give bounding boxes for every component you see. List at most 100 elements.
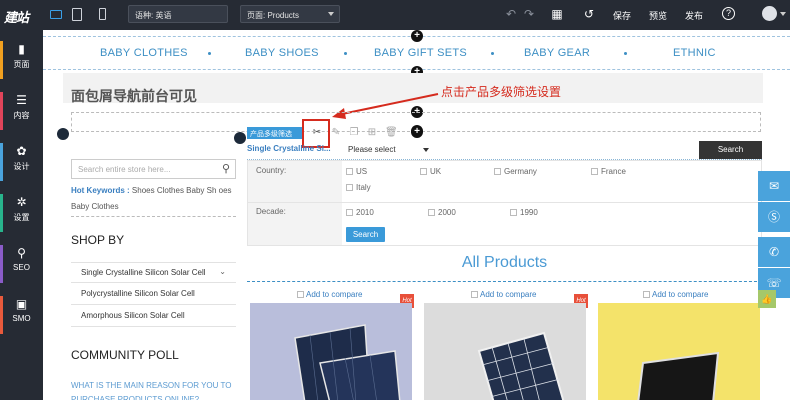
country-option[interactable]: France	[591, 167, 626, 176]
language-select[interactable]: 语种: 英语	[128, 5, 228, 23]
sidebar-item-label: SMO	[12, 314, 31, 323]
thumbs-up-icon[interactable]: 👍	[758, 290, 776, 308]
product-image[interactable]	[250, 303, 412, 400]
checkbox[interactable]	[471, 291, 478, 298]
preview-button[interactable]: 预览	[649, 9, 667, 22]
store-search-input[interactable]: Search entire store here... ⚲	[71, 159, 236, 179]
checkbox[interactable]	[591, 168, 598, 175]
search-icon: ⚲	[17, 246, 26, 260]
sidebar-accent	[0, 92, 3, 130]
checkbox[interactable]	[420, 168, 427, 175]
checkbox[interactable]	[494, 168, 501, 175]
poll-heading: COMMUNITY POLL	[71, 348, 179, 362]
nav-separator	[208, 52, 211, 55]
apply-filter-button[interactable]: Search	[346, 227, 385, 242]
category-item[interactable]: Amorphous Silicon Solar Cell	[71, 306, 236, 327]
edit-icon[interactable]: ✎	[330, 127, 342, 139]
sidebar-item-settings[interactable]: ✲ 设置	[0, 188, 43, 238]
category-item[interactable]: Single Crystalline Silicon Solar Cell ⌄	[71, 262, 236, 283]
sidebar-item-label: 设置	[13, 213, 30, 222]
checkbox[interactable]	[510, 209, 517, 216]
nav-item[interactable]: BABY GEAR	[524, 47, 590, 59]
help-icon[interactable]: ?	[722, 7, 735, 20]
nav-item[interactable]: BABY GIFT SETS	[374, 47, 467, 59]
divider	[71, 216, 236, 217]
app-logo: 建站	[4, 10, 29, 25]
sidebar-item-seo[interactable]: ⚲ SEO	[0, 239, 43, 289]
module-tag[interactable]: 产品多级筛选	[247, 127, 302, 139]
product-image[interactable]	[424, 303, 586, 400]
add-section-icon[interactable]: +	[411, 126, 423, 138]
sidebar-item-label: 设计	[13, 162, 30, 171]
drag-handle-icon[interactable]	[234, 132, 246, 144]
decade-option[interactable]: 2010	[346, 208, 374, 217]
country-label: Country:	[256, 166, 287, 175]
sidebar-accent	[0, 41, 3, 79]
filter-header: Single Crystalline Si... Please select S…	[247, 141, 762, 160]
skype-icon[interactable]: Ⓢ	[758, 202, 790, 232]
desktop-icon[interactable]	[49, 7, 63, 21]
hot-keywords: Hot Keywords : Shoes Clothes Baby Sh oes…	[71, 186, 232, 211]
sidebar-accent	[0, 245, 3, 283]
tablet-icon[interactable]	[70, 7, 84, 21]
shop-by-heading: SHOP BY	[71, 233, 125, 247]
mail-icon[interactable]: ✉	[758, 171, 790, 201]
checkbox[interactable]	[428, 209, 435, 216]
annotation-text: 点击产品多级筛选设置	[441, 85, 562, 99]
sidebar-item-pages[interactable]: ▮ 页面	[0, 35, 43, 85]
top-toolbar: 建站 语种: 英语 页面: Products ↶ ↷ ▦ ↺ 保存 预览 发布 …	[0, 0, 790, 30]
product-image[interactable]	[598, 303, 760, 400]
checkbox[interactable]	[346, 168, 353, 175]
chevron-down-icon: ⌄	[219, 267, 226, 276]
decade-option[interactable]: 2000	[428, 208, 456, 217]
page-icon: ▮	[18, 42, 25, 56]
sidebar-item-label: 内容	[13, 111, 30, 120]
checkbox[interactable]	[346, 209, 353, 216]
add-to-compare[interactable]: Add to compare	[297, 290, 362, 299]
country-option[interactable]: US	[346, 167, 367, 176]
left-sidebar: ▮ 页面 ☰ 内容 ✿ 设计 ✲ 设置 ⚲ SEO ▣ SMO	[0, 30, 43, 400]
filter-dropdown[interactable]: Please select	[345, 143, 429, 157]
search-icon[interactable]: ⚲	[222, 162, 230, 175]
copy-icon[interactable]: ❐	[348, 127, 360, 139]
save-button[interactable]: 保存	[613, 9, 631, 22]
page-select[interactable]: 页面: Products	[240, 5, 340, 23]
checkbox[interactable]	[643, 291, 650, 298]
search-button[interactable]: Search	[699, 141, 762, 159]
country-option[interactable]: UK	[420, 167, 441, 176]
phone-icon[interactable]: ✆	[758, 237, 790, 267]
add-to-compare[interactable]: Add to compare	[643, 290, 708, 299]
grid-icon[interactable]: ▦	[549, 6, 565, 22]
products-header: All Products	[247, 250, 762, 282]
chevron-down-icon[interactable]	[780, 12, 786, 16]
nav-separator	[491, 52, 494, 55]
sidebar-item-smo[interactable]: ▣ SMO	[0, 290, 43, 340]
chevron-down-icon	[423, 148, 429, 152]
country-option[interactable]: Italy	[346, 183, 371, 192]
nav-item[interactable]: BABY CLOTHES	[100, 47, 188, 59]
avatar[interactable]	[762, 6, 777, 21]
redo-icon[interactable]: ↷	[521, 6, 537, 22]
undo-icon[interactable]: ↶	[503, 6, 519, 22]
mobile-icon[interactable]	[95, 7, 109, 21]
decade-option[interactable]: 1990	[510, 208, 538, 217]
trash-icon[interactable]: 🗑	[385, 127, 398, 139]
sidebar-item-design[interactable]: ✿ 设计	[0, 137, 43, 187]
category-item[interactable]: Polycrystalline Silicon Solar Cell	[71, 284, 236, 305]
checkbox[interactable]	[346, 184, 353, 191]
country-option[interactable]: Germany	[494, 167, 537, 176]
sidebar-item-label: SEO	[13, 263, 30, 272]
sidebar-item-content[interactable]: ☰ 内容	[0, 86, 43, 136]
divider	[248, 202, 761, 203]
nav-item[interactable]: BABY SHOES	[245, 47, 319, 59]
history-icon[interactable]: ↺	[581, 6, 597, 22]
nav-item[interactable]: ETHNIC	[673, 47, 716, 59]
publish-button[interactable]: 发布	[685, 9, 703, 22]
layout-icon[interactable]: ⊞	[366, 127, 378, 139]
sidebar-accent	[0, 296, 3, 334]
drag-handle-icon[interactable]	[57, 128, 69, 140]
add-to-compare[interactable]: Add to compare	[471, 290, 536, 299]
add-section-icon[interactable]: +	[411, 30, 423, 42]
sidebar-item-label: 页面	[13, 60, 30, 69]
checkbox[interactable]	[297, 291, 304, 298]
